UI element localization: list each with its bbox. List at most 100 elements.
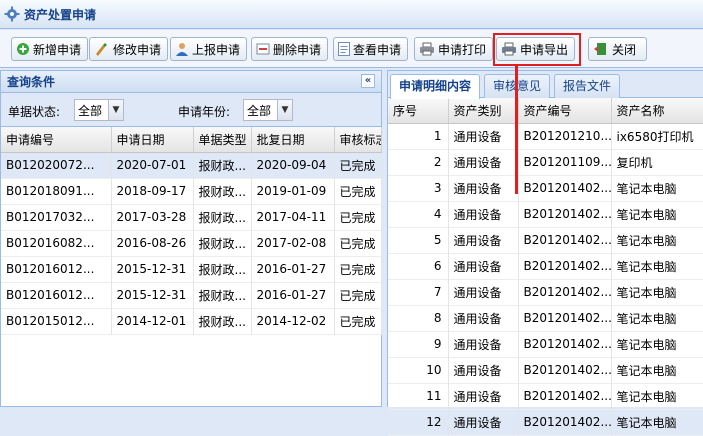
gear-icon: [4, 6, 20, 22]
table-cell: 2016-01-27: [251, 282, 335, 308]
close-button[interactable]: 关闭: [588, 37, 648, 61]
table-cell: 2017-02-08: [251, 230, 335, 256]
table-row[interactable]: B012017032... 2017-03-28 报财政... 2017-04-11 已…: [1, 204, 382, 230]
chevron-down-icon[interactable]: ▼: [277, 100, 292, 120]
column-header[interactable]: 申请编号: [1, 127, 112, 153]
table-cell: 笔记本电脑: [611, 331, 703, 357]
window-title: 资产处置申请: [24, 7, 97, 22]
table-row[interactable]: 4 通用设备 B201201402... 笔记本电脑: [388, 201, 703, 227]
table-row[interactable]: 5 通用设备 B201201402... 笔记本电脑: [388, 227, 703, 253]
table-cell: 报财政...: [193, 230, 252, 256]
table-cell: 笔记本电脑: [611, 175, 703, 201]
table-cell: 通用设备: [448, 253, 519, 279]
column-header[interactable]: 资产类别: [448, 98, 519, 124]
table-cell: 11: [388, 383, 449, 409]
table-cell: 2018-09-17: [111, 178, 194, 204]
table-cell: 2019-01-09: [251, 178, 335, 204]
column-header[interactable]: 资产编号: [518, 98, 612, 124]
table-cell: 通用设备: [448, 331, 519, 357]
table-cell: 报财政...: [193, 282, 252, 308]
submit-button[interactable]: 上报申请: [170, 37, 248, 61]
table-row[interactable]: 2 通用设备 B201201109... 复印机: [388, 149, 703, 175]
table-cell: 2016-08-26: [111, 230, 194, 256]
table-cell: 报财政...: [193, 178, 252, 204]
tab-report[interactable]: 报告文件: [554, 74, 621, 98]
table-cell: B201201402...: [518, 331, 612, 357]
table-row[interactable]: 12 通用设备 B201201402... 笔记本电脑: [388, 409, 703, 435]
table-row[interactable]: 9 通用设备 B201201402... 笔记本电脑: [388, 331, 703, 357]
chevron-down-icon[interactable]: ▼: [108, 100, 123, 120]
table-cell: 通用设备: [448, 409, 519, 435]
table-cell: B201201402...: [518, 383, 612, 409]
edit-button[interactable]: 修改申请: [89, 37, 169, 61]
table-row[interactable]: B012020072... 2020-07-01 报财政... 2020-09-04 已…: [1, 152, 382, 178]
column-header[interactable]: 序号: [388, 98, 449, 124]
table-cell: 2017-04-11: [251, 204, 335, 230]
table-row[interactable]: B012015012... 2014-12-01 报财政... 2014-12-02 已…: [1, 308, 382, 334]
document-icon: [338, 42, 350, 56]
table-row[interactable]: 8 通用设备 B201201402... 笔记本电脑: [388, 305, 703, 331]
table-cell: 通用设备: [448, 227, 519, 253]
collapse-button[interactable]: «: [361, 74, 375, 88]
table-row[interactable]: 10 通用设备 B201201402... 笔记本电脑: [388, 357, 703, 383]
query-panel-title: 查询条件: [7, 75, 56, 89]
delete-button[interactable]: 删除申请: [251, 37, 329, 61]
table-cell: B201201402...: [518, 175, 612, 201]
edit-button-label: 修改申请: [113, 42, 162, 57]
view-button[interactable]: 查看申请: [333, 37, 409, 61]
column-header[interactable]: 单据类型: [193, 127, 252, 153]
table-row[interactable]: 7 通用设备 B201201402... 笔记本电脑: [388, 279, 703, 305]
delete-icon: [256, 43, 270, 55]
table-cell: 报财政...: [193, 204, 252, 230]
table-cell: 2016-01-27: [251, 256, 335, 282]
column-header[interactable]: 申请日期: [111, 127, 194, 153]
table-cell: 7: [388, 279, 449, 305]
table-cell: B201201402...: [518, 253, 612, 279]
table-cell: ix6580打印机: [611, 123, 703, 149]
table-row[interactable]: B012016012... 2015-12-31 报财政... 2016-01-27 已…: [1, 282, 382, 308]
table-cell: 笔记本电脑: [611, 227, 703, 253]
table-row[interactable]: B012018091... 2018-09-17 报财政... 2019-01-09 已…: [1, 178, 382, 204]
table-cell: 通用设备: [448, 123, 519, 149]
close-button-label: 关闭: [612, 42, 637, 57]
year-label: 申请年份:: [178, 105, 231, 119]
delete-button-label: 删除申请: [273, 42, 322, 57]
tab-detail[interactable]: 申请明细内容: [390, 74, 481, 99]
table-row[interactable]: 3 通用设备 B201201402... 笔记本电脑: [388, 175, 703, 201]
query-panel: 查询条件 « 单据状态: 全部 ▼ 申请年份: 全部 ▼ 申请编号 申请日期 单据类…: [0, 70, 382, 407]
table-row[interactable]: 6 通用设备 B201201402... 笔记本电脑: [388, 253, 703, 279]
detail-table: 序号 资产类别 资产编号 资产名称 1 通用设备 B201201210... ix6580打…: [388, 98, 703, 436]
table-cell: 复印机: [611, 149, 703, 175]
detail-panel: 申请明细内容 审核意见 报告文件 序号资产类别资产编号资产名称 1通用设备B20…: [387, 70, 703, 435]
table-row[interactable]: 1 通用设备 B201201210... ix6580打印机: [388, 123, 703, 149]
table-cell: 2015-12-31: [111, 282, 194, 308]
detail-tabs: 申请明细内容 审核意见 报告文件: [388, 71, 703, 99]
table-row[interactable]: B012016012... 2015-12-31 报财政... 2016-01-27 已…: [1, 256, 382, 282]
table-cell: 笔记本电脑: [611, 279, 703, 305]
table-cell: 笔记本电脑: [611, 409, 703, 435]
table-cell: 报财政...: [193, 308, 252, 334]
table-row[interactable]: 11 通用设备 B201201402... 笔记本电脑: [388, 383, 703, 409]
table-cell: B012016012...: [1, 282, 112, 308]
table-cell: 笔记本电脑: [611, 253, 703, 279]
table-cell: 通用设备: [448, 201, 519, 227]
table-cell: B201201402...: [518, 227, 612, 253]
table-row[interactable]: B012016082... 2016-08-26 报财政... 2017-02-08 已…: [1, 230, 382, 256]
table-cell: 10: [388, 357, 449, 383]
add-button[interactable]: 新增申请: [11, 37, 89, 61]
view-button-label: 查看申请: [353, 42, 402, 57]
printer-icon: [420, 42, 434, 56]
column-header[interactable]: 资产名称: [611, 98, 703, 124]
table-cell: 通用设备: [448, 149, 519, 175]
table-cell: 报财政...: [193, 152, 252, 178]
table-cell: 通用设备: [448, 279, 519, 305]
status-select[interactable]: 全部 ▼: [74, 99, 124, 121]
year-select[interactable]: 全部 ▼: [243, 99, 293, 121]
column-header[interactable]: 批复日期: [251, 127, 335, 153]
column-header[interactable]: 审核标志: [334, 127, 382, 153]
annotation-arrow-line: [515, 66, 518, 194]
print-button[interactable]: 申请打印: [414, 37, 494, 61]
toolbar: 新增申请 修改申请 上报申请 删除申请 查看申请 申请打印 申请导出 关闭: [0, 30, 703, 68]
table-cell: B201201109...: [518, 149, 612, 175]
table-cell: B201201402...: [518, 279, 612, 305]
